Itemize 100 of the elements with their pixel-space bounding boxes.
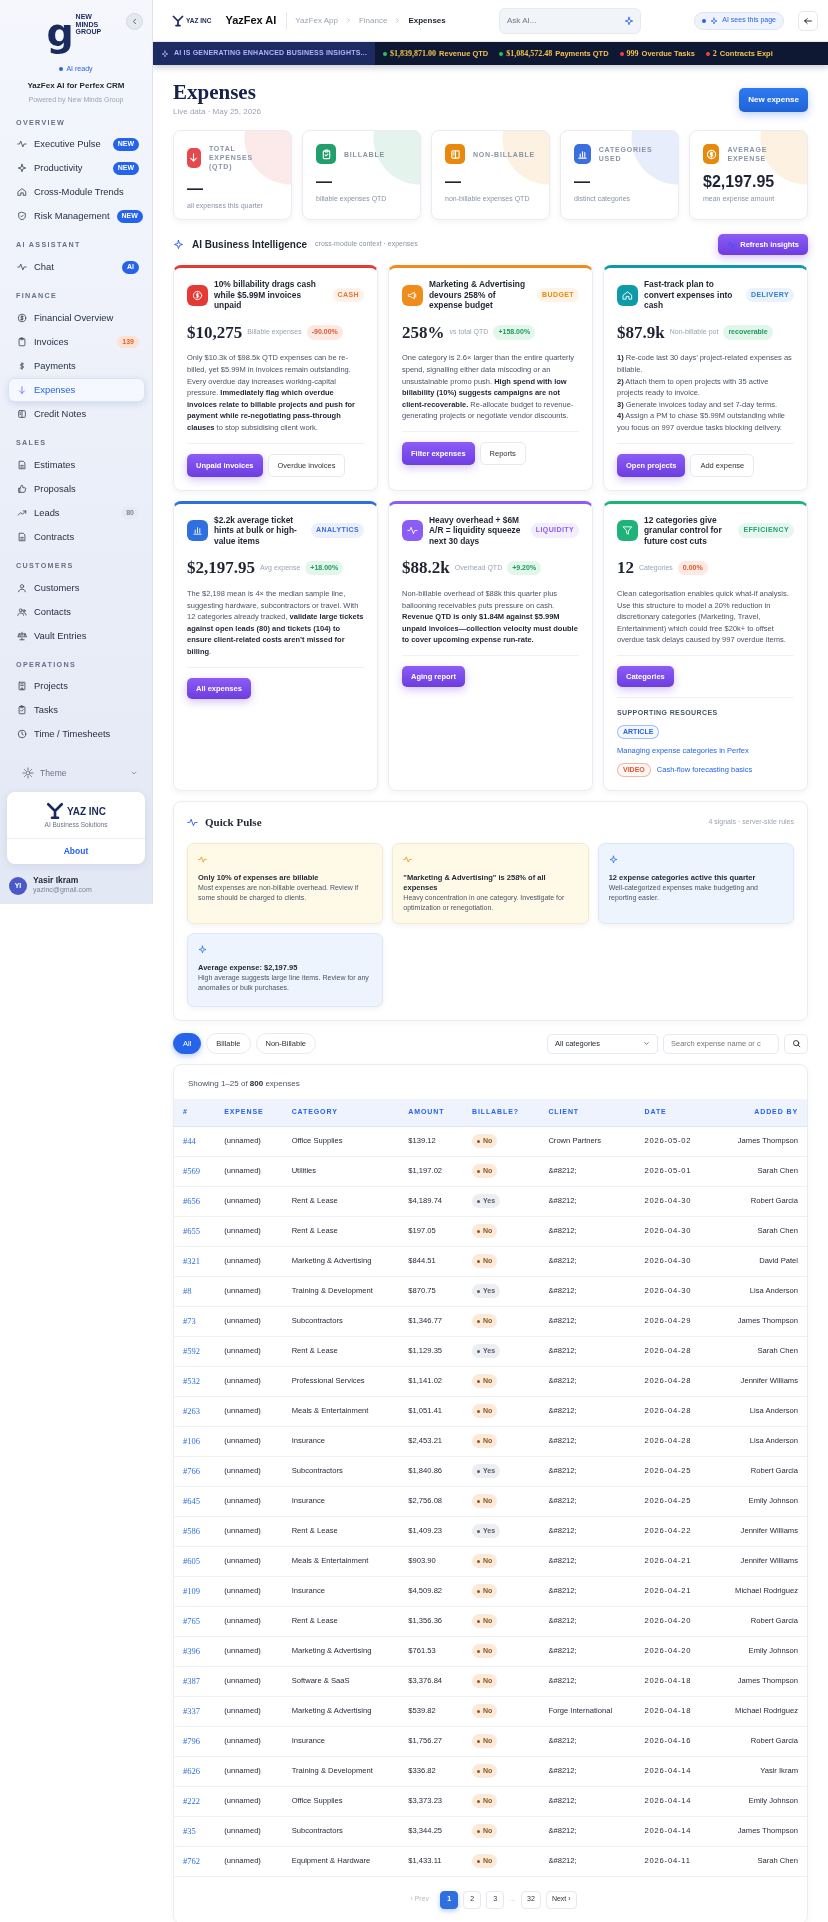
expense-link[interactable]: #396 [183,1645,200,1656]
pulse-icon [187,816,198,828]
y-logo-icon [45,802,64,821]
y-logo-icon [172,14,184,27]
sidebar-item[interactable]: Tasks [8,698,145,723]
insight-value: 12 [617,557,634,580]
ticker-value: $1,084,572.48 [506,47,553,60]
chevron-left-icon [130,17,139,26]
expense-link[interactable]: #44 [183,1135,196,1146]
book-icon [449,148,461,160]
document-icon [17,459,27,470]
sidebar-item[interactable]: Vault Entries [8,623,145,648]
sidebar-item[interactable]: Customers [8,575,145,600]
expense-link[interactable]: #73 [183,1315,196,1326]
pulse-icon [198,854,207,864]
filter-icon [622,525,633,537]
insight-value: $87.9k [617,321,665,344]
dollar-coin-icon [17,313,27,324]
insight-title: Heavy overhead + $6M A/R = liquidity squeeze next 30 days [429,514,522,547]
arrow-down-icon [188,152,200,164]
checklist-icon [320,148,332,160]
sidebar-item[interactable]: Expenses [8,378,145,403]
expense-link[interactable]: #263 [183,1405,200,1416]
insight-value: $88.2k [402,557,450,580]
pulse-icon [403,854,413,864]
pulse-icon [17,139,27,150]
sparkle-icon [710,16,719,25]
document-icon [17,531,27,542]
search-icon [791,1039,801,1048]
expense-link[interactable]: #222 [183,1795,200,1806]
about-link[interactable]: About [7,838,145,864]
scale-icon [17,630,27,641]
expense-link[interactable]: #655 [183,1225,200,1236]
clock-icon [17,729,27,740]
expense-link[interactable]: #387 [183,1675,200,1686]
dollar-coin-icon [192,289,203,301]
dollar-coin-icon [705,148,717,160]
chevron-right-icon [394,17,402,24]
insight-title: 12 categories give granular control for future cost cuts [644,514,723,547]
clipboard-icon [17,337,27,348]
ask-ai-field[interactable]: Ask AI... [499,7,641,34]
expense-link[interactable]: #762 [183,1855,200,1866]
expense-link[interactable]: #106 [183,1435,200,1446]
expense-link[interactable]: #645 [183,1495,200,1506]
expense-link[interactable]: #605 [183,1555,200,1566]
breadcrumb-link[interactable]: Finance [358,14,388,27]
expense-link[interactable]: #321 [183,1255,200,1266]
kpi-value: — [187,179,204,198]
sidebar-item[interactable]: Projects [8,674,145,699]
book-icon [17,409,27,420]
sun-icon [22,767,34,780]
ticker-value: 999 [626,47,639,60]
app-title: YazFex AI [225,12,288,29]
expense-link[interactable]: #337 [183,1705,200,1716]
expense-link[interactable]: #765 [183,1615,200,1626]
sparkle-icon [173,239,184,251]
insight-title: Marketing & Advertising devours 258% of expense budget [429,279,527,311]
new-expense-button[interactable]: New expense [739,87,808,112]
dollar-sign-icon [17,361,27,372]
building-icon [17,681,27,692]
sidebar-item[interactable]: Proposals [8,476,145,501]
pulse-icon [17,262,27,273]
sidebar-item[interactable]: Financial Overview [8,306,145,331]
expense-link[interactable]: #796 [183,1735,200,1746]
sidebar-item[interactable]: Contacts [8,599,145,624]
people-icon [17,606,27,617]
megaphone-icon [407,289,418,301]
shield-icon [17,211,27,222]
sidebar-item[interactable]: Credit Notes [8,402,145,427]
expense-link[interactable]: #586 [183,1525,200,1536]
pulse-icon [727,240,737,250]
sidebar-item[interactable]: Time / Timesheets [8,722,145,747]
theme-toggle[interactable]: Theme [0,760,152,787]
sidebar-item[interactable]: Estimates [8,452,145,477]
expense-link[interactable]: #109 [183,1585,200,1596]
insight-value: $10,275 [187,321,243,344]
back-button[interactable] [798,10,818,31]
breadcrumb-current: Expenses [408,14,446,27]
sidebar-item[interactable]: Cross-Module Trends [8,180,145,205]
expense-link[interactable]: #35 [183,1825,196,1836]
kpi-value: — [574,172,591,191]
arrow-down-icon [17,385,27,396]
expense-link[interactable]: #532 [183,1375,200,1386]
kpi-value: — [316,172,333,191]
bar-chart-icon [192,525,203,537]
sidebar-item[interactable]: Contracts [8,524,145,549]
expense-link[interactable]: #766 [183,1465,200,1476]
insight-title: 10% billability drags cash while $5.99M invoices unpaid [214,279,317,311]
expense-link[interactable]: #569 [183,1165,200,1176]
checklist-icon [17,705,27,716]
expense-link[interactable]: #626 [183,1765,200,1776]
back-arrow-icon [803,15,813,26]
expense-link[interactable]: #8 [183,1285,192,1296]
ticker-value: $1,839,871.00 [390,47,437,60]
expense-link[interactable]: #592 [183,1345,200,1356]
insight-value: $2,197.95 [187,557,255,580]
breadcrumb-link[interactable]: YazFex App [295,14,338,27]
search-button[interactable] [784,1033,808,1054]
sidebar-item[interactable]: Payments [8,354,145,379]
expense-link[interactable]: #656 [183,1195,200,1206]
